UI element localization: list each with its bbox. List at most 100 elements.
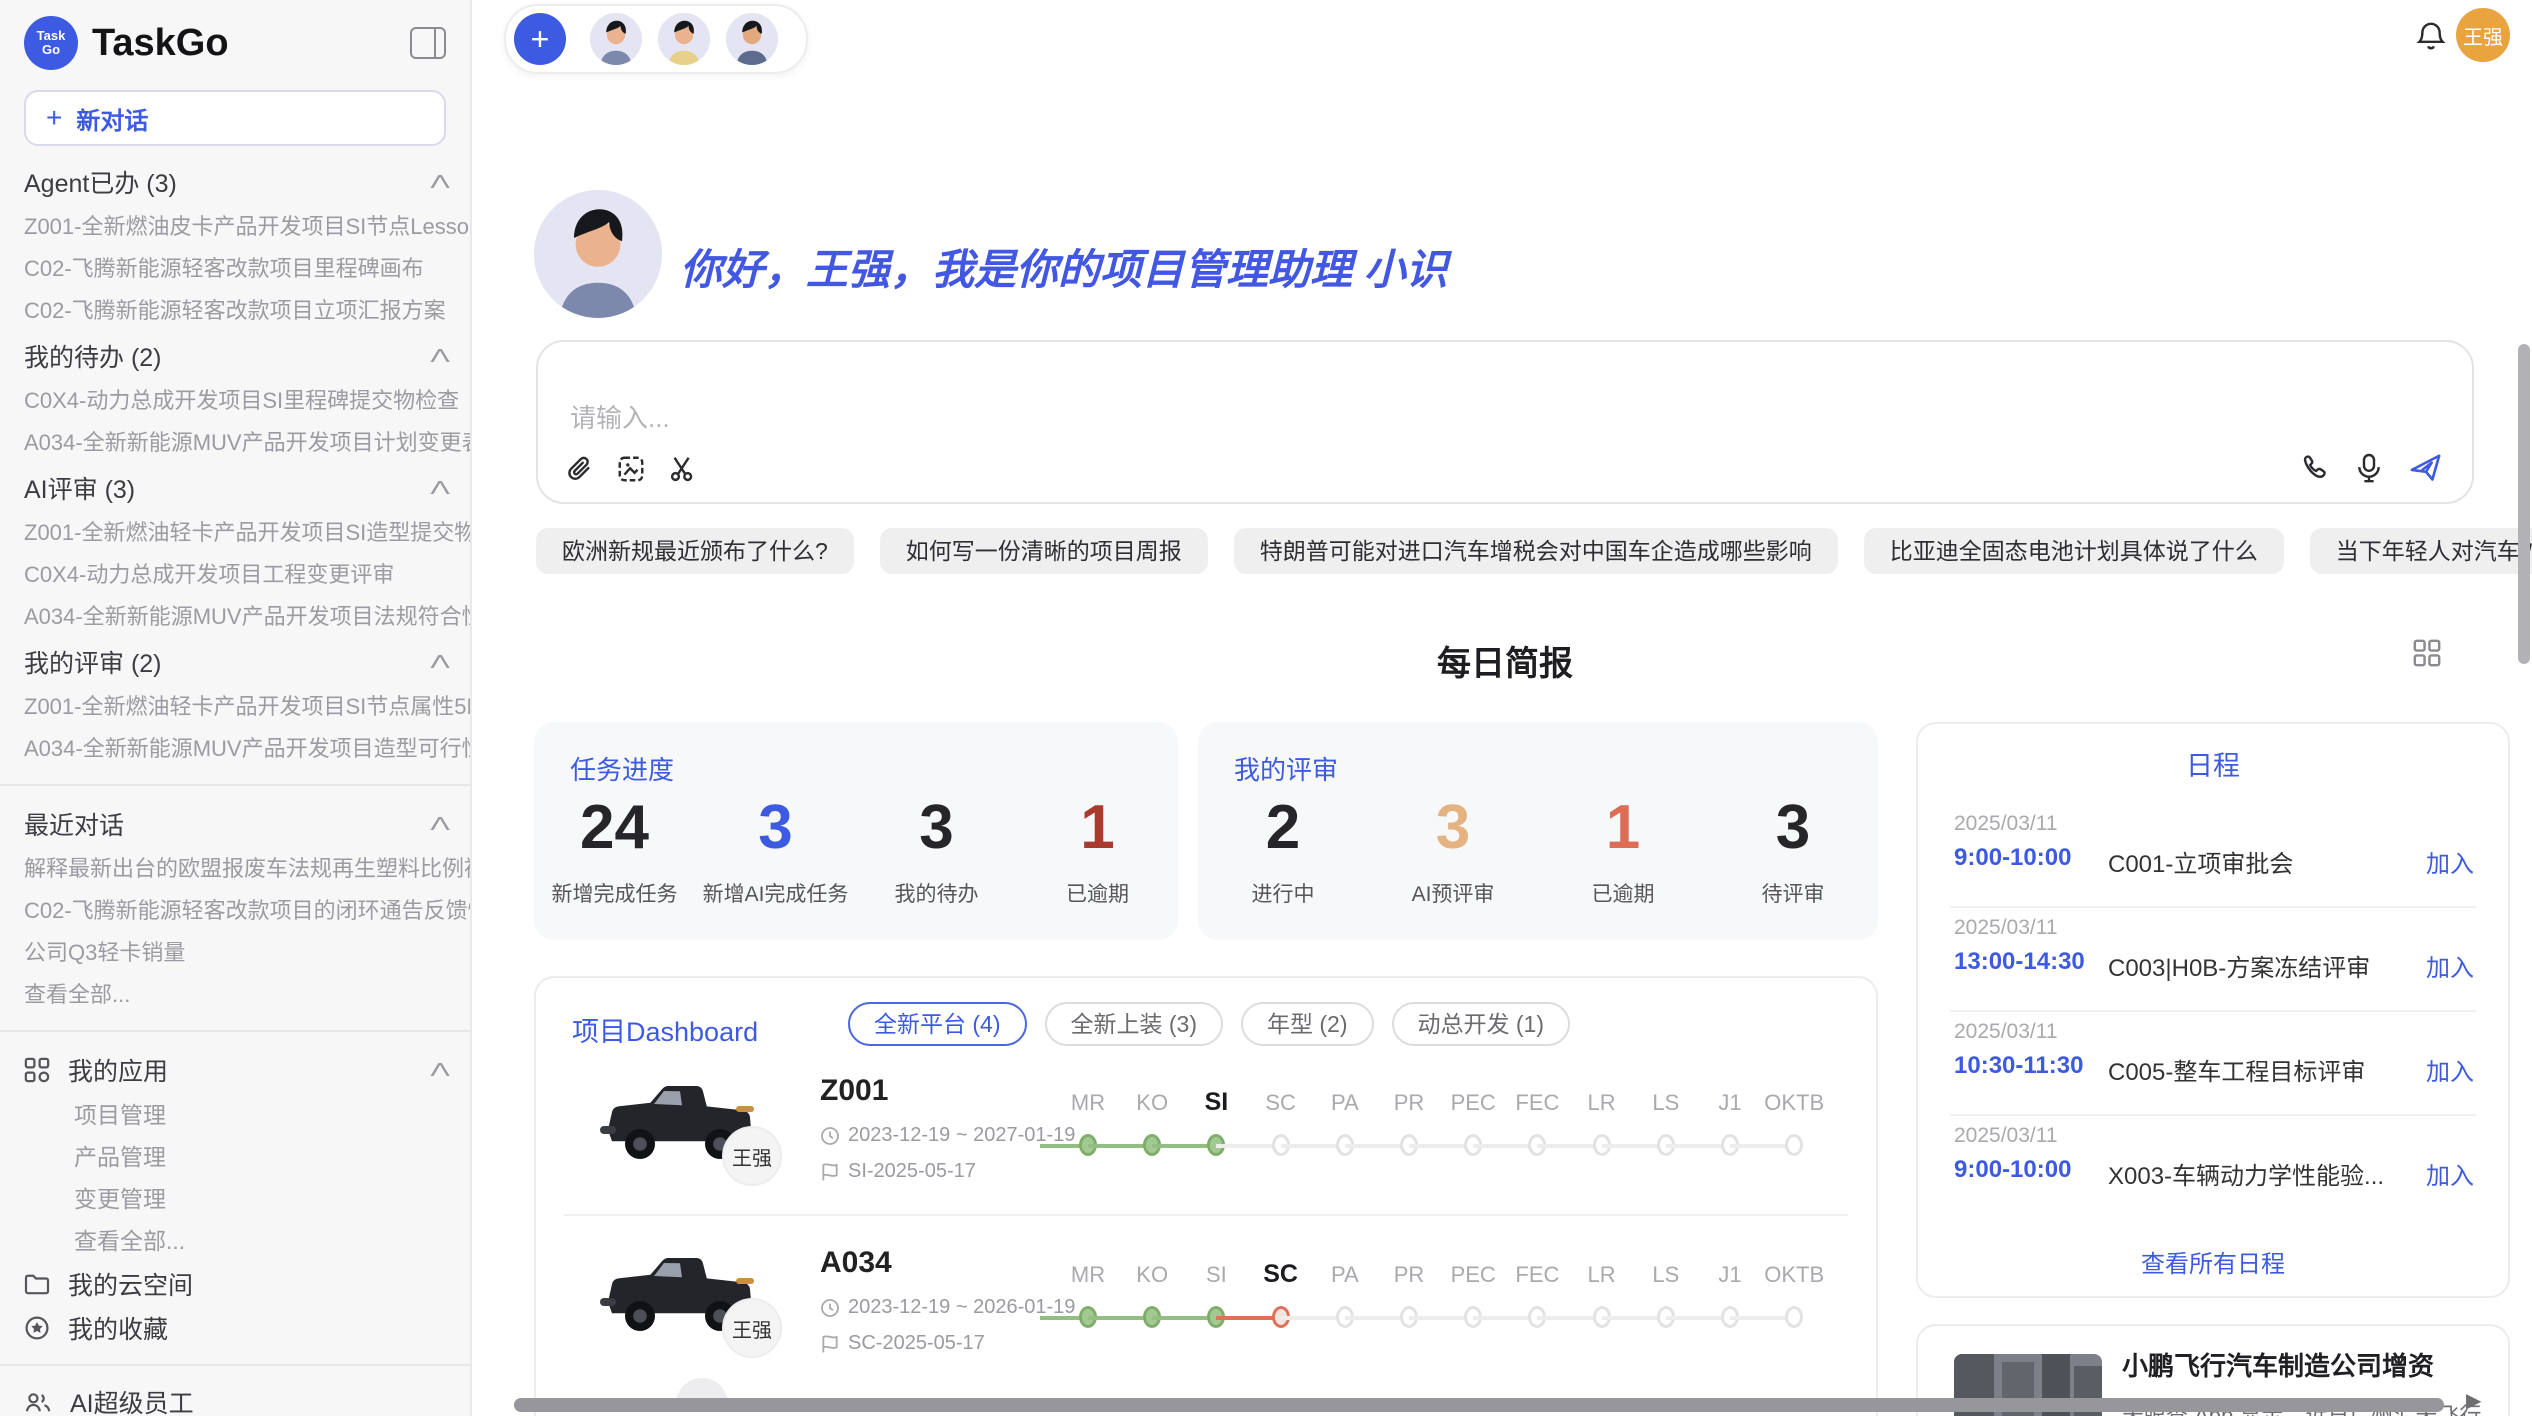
topbar-agent-pill: + xyxy=(504,4,808,74)
sidebar-section-header[interactable]: 我的评审 (2)ᐱ xyxy=(0,638,470,686)
join-meeting-link[interactable]: 加入 xyxy=(2426,844,2474,879)
agent-avatar-3[interactable] xyxy=(726,13,778,65)
stat: 3我的待办 xyxy=(856,794,1017,908)
sidebar-task-item[interactable]: A034-全新新能源MUV产品开发项目法规符合性评审 xyxy=(0,596,470,638)
sidebar-task-item[interactable]: Z001-全新燃油轻卡产品开发项目SI节点属性5D文件评审 xyxy=(0,686,470,728)
suggestion-chip[interactable]: 如何写一份清晰的项目周报 xyxy=(880,528,1208,574)
project-owner-badge: 王强 xyxy=(724,1300,780,1356)
scissors-icon[interactable] xyxy=(668,454,698,484)
milestone-label-pec: PEC xyxy=(1451,1090,1496,1116)
recent-chat-item[interactable]: 公司Q3轻卡销量 xyxy=(0,932,470,974)
milestone-dot-oktb[interactable] xyxy=(1785,1306,1803,1328)
vertical-scrollbar[interactable] xyxy=(2518,344,2530,664)
stat-label: 待评审 xyxy=(1708,878,1878,908)
sidebar-section-recent-chats[interactable]: 最近对话ᐱ xyxy=(0,800,470,848)
sidebar-section-header[interactable]: 我的待办 (2)ᐱ xyxy=(0,332,470,380)
schedule-time: 13:00-14:30 xyxy=(1954,948,2085,976)
view-all-schedule-link[interactable]: 查看所有日程 xyxy=(1918,1244,2508,1279)
sidebar-task-item[interactable]: C02-飞腾新能源轻客改款项目立项汇报方案 xyxy=(0,290,470,332)
sidebar-task-item[interactable]: C0X4-动力总成开发项目SI里程碑提交物检查 xyxy=(0,380,470,422)
new-chat-button[interactable]: + 新对话 xyxy=(24,90,446,146)
recent-chat-item[interactable]: 查看全部... xyxy=(0,974,470,1016)
dashboard-tab[interactable]: 动总开发 (1) xyxy=(1392,1002,1571,1046)
suggestion-chip[interactable]: 欧洲新规最近颁布了什么? xyxy=(536,528,854,574)
milestone-label-fec: FEC xyxy=(1515,1090,1559,1116)
sidebar-task-item[interactable]: Z001-全新燃油皮卡产品开发项目SI节点Lesson Learn报告 xyxy=(0,206,470,248)
divider xyxy=(564,1214,1848,1216)
milestone-track: MRKOSISCPAPRPECFECLRLSJ1OKTB xyxy=(1068,1066,1868,1222)
briefing-layout-icon[interactable] xyxy=(2412,638,2442,668)
suggestion-chip[interactable]: 当下年轻人对汽车外观有怎样的喜好趋势 xyxy=(2310,528,2532,574)
scroll-right-arrow-icon[interactable]: ▶ xyxy=(2466,1388,2481,1413)
sidebar-task-item[interactable]: A034-全新新能源MUV产品开发项目造型可行性评审 xyxy=(0,728,470,770)
horizontal-scrollbar[interactable] xyxy=(514,1398,2444,1412)
app-menu-item[interactable]: 产品管理 xyxy=(0,1136,470,1178)
join-meeting-link[interactable]: 加入 xyxy=(2426,1052,2474,1087)
milestone-track: MRKOSISCPAPRPECFECLRLSJ1OKTB xyxy=(1068,1238,1868,1394)
dashboard-tab[interactable]: 年型 (2) xyxy=(1241,1002,1374,1046)
users-icon xyxy=(24,1391,52,1413)
image-icon[interactable] xyxy=(616,454,646,484)
stat-label: 已逾期 xyxy=(1017,878,1178,908)
suggestion-chip[interactable]: 特朗普可能对进口汽车增税会对中国车企造成哪些影响 xyxy=(1234,528,1838,574)
user-avatar[interactable]: 王强 xyxy=(2456,8,2510,62)
join-meeting-link[interactable]: 加入 xyxy=(2426,1156,2474,1191)
dashboard-tab[interactable]: 全新平台 (4) xyxy=(848,1002,1027,1046)
milestone-label-mr: MR xyxy=(1071,1262,1105,1288)
recent-chat-item[interactable]: C02-飞腾新能源轻客改款项目的闭环通告反馈情况 xyxy=(0,890,470,932)
apps-grid-icon xyxy=(24,1057,50,1083)
stat: 3新增AI完成任务 xyxy=(695,794,856,908)
recent-chat-item[interactable]: 解释最新出台的欧盟报废车法规再生塑料比例被调至15%... xyxy=(0,848,470,890)
chat-composer[interactable]: 请输入... xyxy=(536,340,2474,504)
dashboard-tab[interactable]: 全新上装 (3) xyxy=(1045,1002,1224,1046)
sidebar-header: Task Go TaskGo xyxy=(0,0,470,78)
sidebar-section-header[interactable]: Agent已办 (3)ᐱ xyxy=(0,158,470,206)
sidebar-item-ai-super-staff[interactable]: AI超级员工 xyxy=(0,1380,470,1416)
chevron-up-icon: ᐱ xyxy=(430,1060,450,1081)
phone-icon[interactable] xyxy=(2300,453,2330,483)
divider xyxy=(0,1364,470,1366)
stat: 1已逾期 xyxy=(1538,794,1708,908)
sidebar-section-my-apps[interactable]: 我的应用 ᐱ xyxy=(0,1046,470,1094)
chevron-up-icon: ᐱ xyxy=(430,478,450,499)
milestone-label-pa: PA xyxy=(1331,1090,1359,1116)
sidebar-task-item[interactable]: C0X4-动力总成开发项目工程变更评审 xyxy=(0,554,470,596)
agent-avatar-2[interactable] xyxy=(658,13,710,65)
attachment-icon[interactable] xyxy=(564,454,594,484)
collapse-sidebar-icon[interactable] xyxy=(410,27,446,59)
milestone-label-si: SI xyxy=(1206,1262,1227,1288)
send-icon[interactable] xyxy=(2408,452,2444,484)
microphone-icon[interactable] xyxy=(2356,452,2382,484)
sidebar-task-item[interactable]: Z001-全新燃油轻卡产品开发项目SI造型提交物评审 xyxy=(0,512,470,554)
chevron-up-icon: ᐱ xyxy=(430,814,450,835)
sidebar-section-header[interactable]: AI评审 (3)ᐱ xyxy=(0,464,470,512)
sidebar-item-cloud-space[interactable]: 我的云空间 xyxy=(0,1262,470,1306)
schedule-meeting-name: X003-车辆动力学性能验... xyxy=(2108,1156,2384,1191)
stat-label: 新增AI完成任务 xyxy=(695,878,856,908)
app-menu-item[interactable]: 查看全部... xyxy=(0,1220,470,1262)
app-menu-item[interactable]: 变更管理 xyxy=(0,1178,470,1220)
join-meeting-link[interactable]: 加入 xyxy=(2426,948,2474,983)
chevron-up-icon: ᐱ xyxy=(430,652,450,673)
agent-avatar-1[interactable] xyxy=(590,13,642,65)
project-owner-badge: 王强 xyxy=(724,1128,780,1184)
schedule-date: 2025/03/11 xyxy=(1954,1124,2058,1148)
sidebar-task-item[interactable]: A034-全新新能源MUV产品开发项目计划变更表编写 xyxy=(0,422,470,464)
daily-briefing-title: 每日简报 xyxy=(536,636,2474,685)
folder-icon xyxy=(24,1273,50,1295)
project-code: Z001 xyxy=(820,1074,888,1108)
sidebar-item-favorites[interactable]: 我的收藏 xyxy=(0,1306,470,1350)
sidebar: Task Go TaskGo + 新对话 Agent已办 (3)ᐱZ001-全新… xyxy=(0,0,472,1416)
milestone-label-j1: J1 xyxy=(1718,1262,1741,1288)
add-agent-button[interactable]: + xyxy=(514,13,566,65)
sidebar-task-item[interactable]: C02-飞腾新能源轻客改款项目里程碑画布 xyxy=(0,248,470,290)
milestone-dot-oktb[interactable] xyxy=(1785,1134,1803,1156)
app-menu-item[interactable]: 项目管理 xyxy=(0,1094,470,1136)
suggestion-chip[interactable]: 比亚迪全固态电池计划具体说了什么 xyxy=(1864,528,2284,574)
notifications-bell-icon[interactable] xyxy=(2416,20,2446,52)
project-row-z001[interactable]: 王强Z0012023-12-19 ~ 2027-01-19SI-2025-05-… xyxy=(536,1066,1878,1222)
project-row-a034[interactable]: 王强A0342023-12-19 ~ 2026-01-19SC-2025-05-… xyxy=(536,1238,1878,1394)
schedule-time: 9:00-10:00 xyxy=(1954,1156,2071,1184)
stat-value: 2 xyxy=(1198,794,1368,862)
ai-super-staff-label: AI超级员工 xyxy=(70,1384,194,1416)
